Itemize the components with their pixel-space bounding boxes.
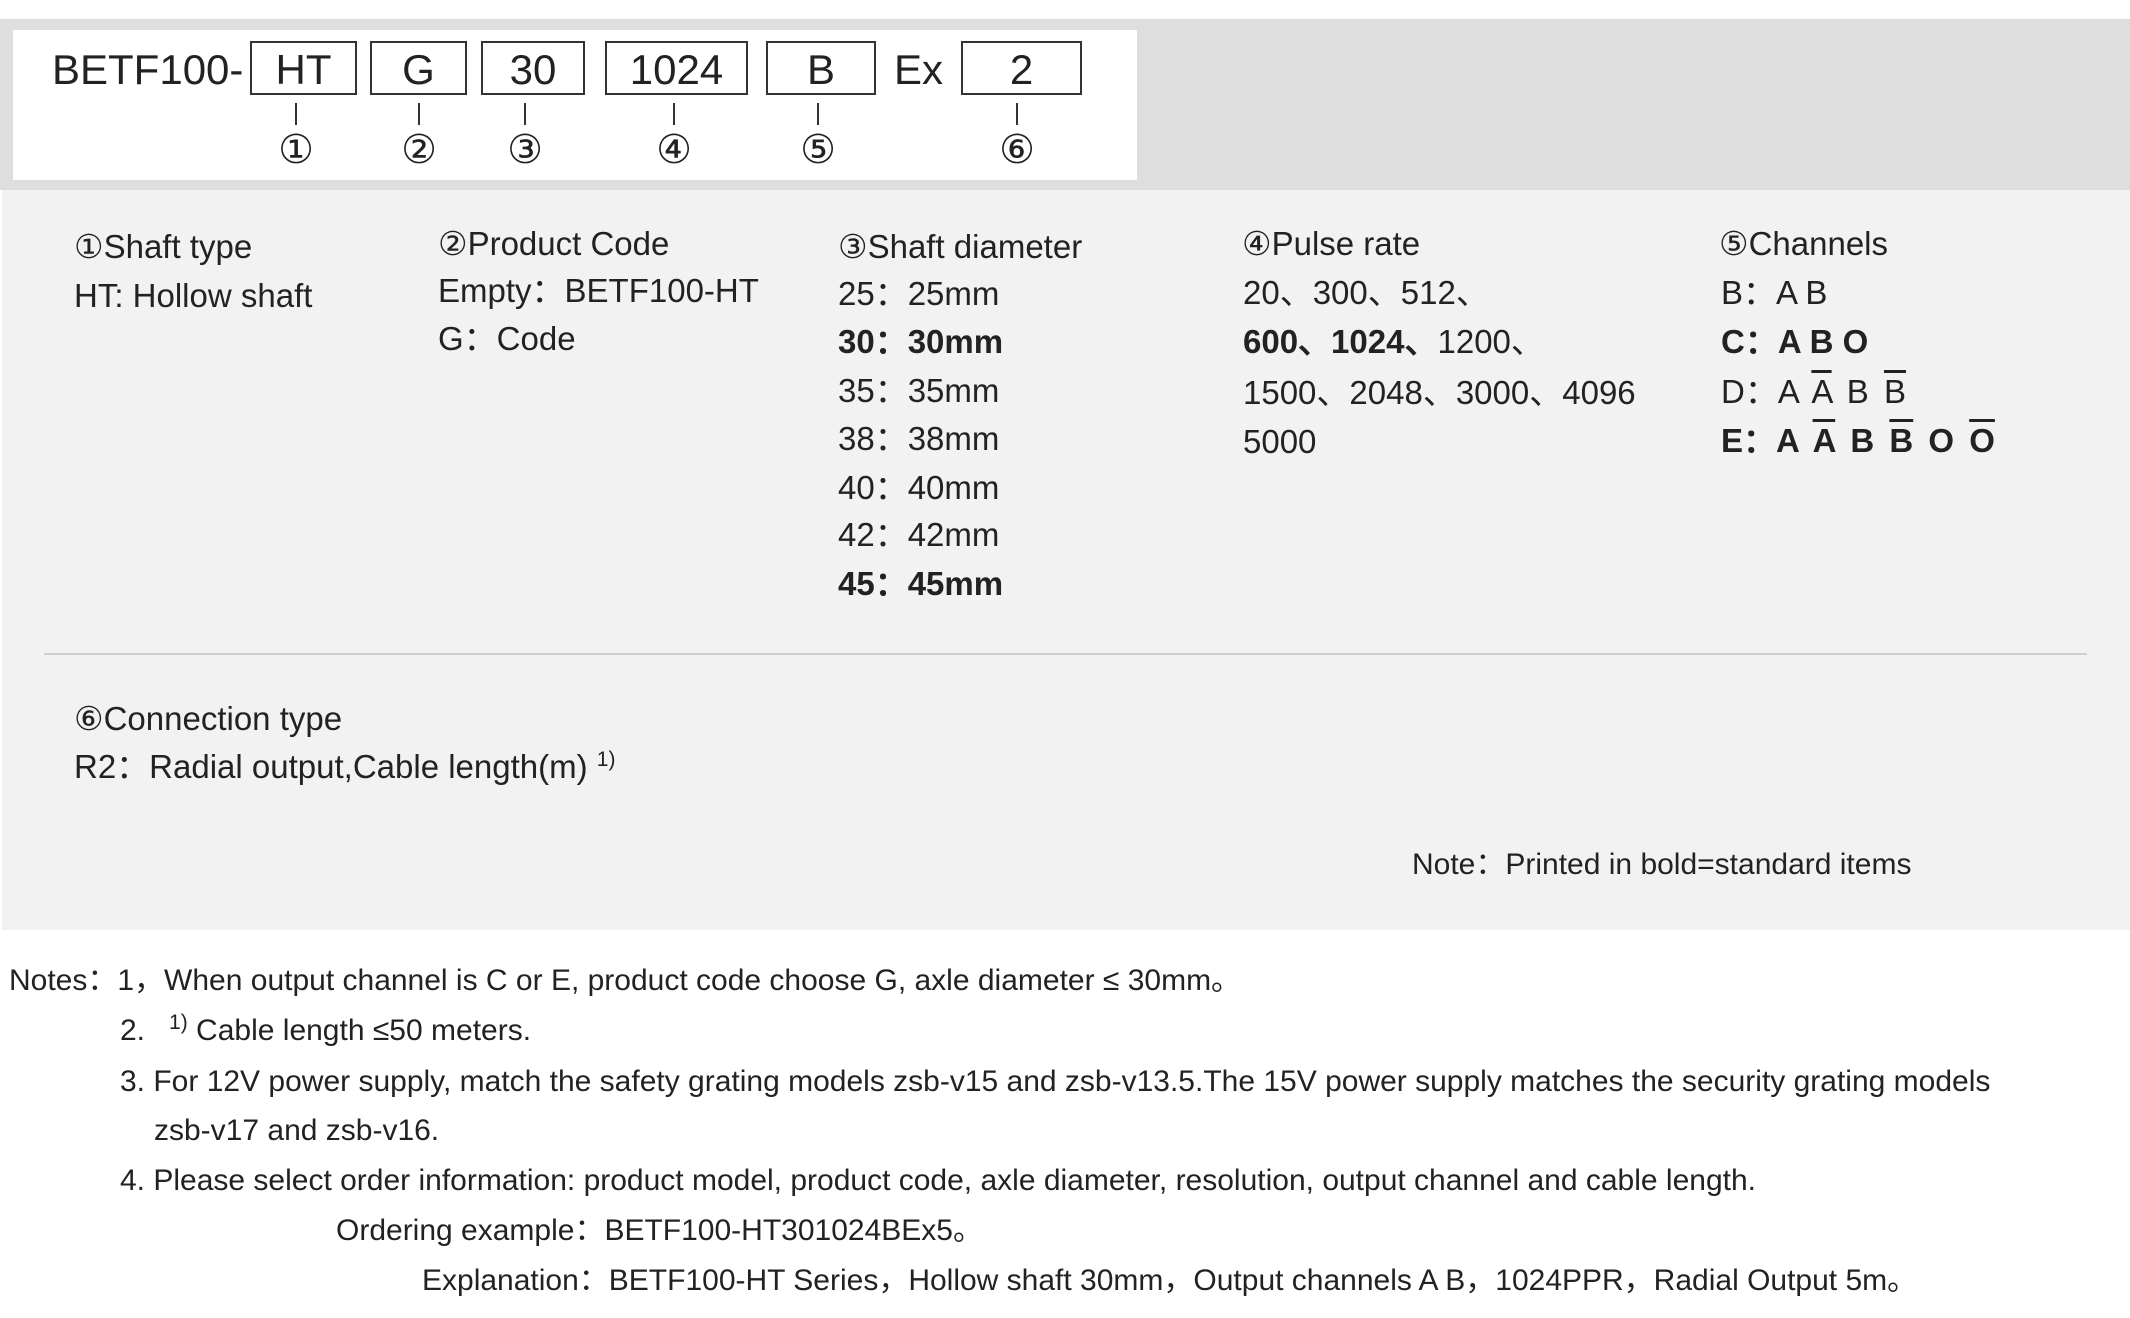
- notes-line-3: 3. For 12V power supply, match the safet…: [120, 1065, 1991, 1098]
- channel-b-signals: A B: [1776, 274, 1828, 311]
- signal-a: A: [1776, 422, 1799, 459]
- code-box-pulse-rate: 1024: [605, 41, 748, 95]
- connection-type-r2: R2：Radial output,Cable length(m) 1): [74, 745, 615, 789]
- channels-title: ⑤Channels: [1719, 225, 1889, 262]
- marker-2: ②: [401, 127, 437, 173]
- product-code-g: G：Code: [438, 320, 576, 357]
- marker-5: ⑤: [800, 127, 836, 173]
- code-box-product-code: G: [370, 41, 467, 95]
- tick-2: [418, 103, 420, 125]
- marker-1: ①: [278, 127, 314, 173]
- marker-4: ④: [656, 127, 692, 173]
- signal-b-inverted: B: [1889, 422, 1914, 459]
- diameter-45: 45：45mm: [838, 565, 1004, 602]
- product-code-empty: Empty：BETF100-HT: [438, 272, 759, 309]
- pulse-rate-line-1: 20、300、512、: [1243, 274, 1489, 311]
- tick-4: [673, 103, 675, 125]
- signal-b-inverted: B: [1883, 373, 1906, 410]
- pulse-rate-title: ④Pulse rate: [1242, 225, 1421, 262]
- marker-3: ③: [507, 127, 543, 173]
- bold-standard-note: Note：Printed in bold=standard items: [1412, 848, 1912, 881]
- ordering-explanation: Explanation：BETF100-HT Series，Hollow sha…: [422, 1264, 1918, 1297]
- tick-1: [295, 103, 297, 125]
- code-box-connection: 2: [961, 41, 1082, 95]
- ordering-example: Ordering example：BETF100-HT301024BEx5。: [336, 1214, 983, 1247]
- marker-6: ⑥: [999, 127, 1035, 173]
- notes-label: Notes：: [9, 964, 118, 997]
- note-2-number: 2.: [120, 1014, 146, 1047]
- channel-c-signals: A B O: [1777, 323, 1869, 360]
- diameter-42: 42：42mm: [838, 516, 1000, 553]
- notes-line-3-cont: zsb-v17 and zsb-v16.: [154, 1114, 440, 1147]
- channel-e-key: E：: [1721, 422, 1777, 459]
- signal-a-inverted: A: [1812, 422, 1836, 459]
- diameter-25: 25：25mm: [838, 275, 1000, 312]
- diameter-30: 30：30mm: [838, 323, 1004, 360]
- signal-b: B: [1846, 373, 1869, 410]
- footnote-mark: 1): [596, 748, 616, 771]
- note-1-text: 1，When output channel is C or E, product…: [117, 964, 1242, 997]
- channel-d: D：A A B B: [1721, 370, 1906, 414]
- channel-c: C：A B O: [1721, 320, 1868, 364]
- diameter-38: 38：38mm: [838, 420, 1000, 457]
- note-2-text: Cable length ≤50 meters.: [187, 1014, 532, 1047]
- connection-type-title: ⑥Connection type: [74, 700, 343, 737]
- notes-line-4: 4. Please select order information: prod…: [120, 1164, 1756, 1197]
- channel-b: B：A B: [1721, 271, 1827, 315]
- diameter-35: 35：35mm: [838, 372, 1000, 409]
- shaft-type-title: ①Shaft type: [74, 228, 253, 265]
- shaft-type-hollow: HT: Hollow shaft: [74, 277, 313, 314]
- ex-label: Ex: [894, 46, 944, 93]
- pulse-rate-standard: 600、1024、: [1243, 323, 1438, 360]
- channel-c-key: C：: [1721, 323, 1778, 360]
- footnote-mark: 1): [169, 1011, 188, 1034]
- signal-a-inverted: A: [1811, 373, 1832, 410]
- shaft-diameter-title: ③Shaft diameter: [838, 228, 1083, 265]
- code-box-shaft-type: HT: [250, 41, 357, 95]
- diameter-40: 40：40mm: [838, 469, 1000, 506]
- pulse-rate-line-2: 600、1024、1200、: [1243, 320, 1544, 364]
- channel-d-key: D：: [1721, 373, 1778, 410]
- pulse-rate-line-4: 5000: [1243, 423, 1317, 460]
- pulse-rate-line-3: 1500、2048、3000、4096: [1243, 374, 1636, 411]
- notes-line-1: Notes：1，When output channel is C or E, p…: [9, 961, 1241, 1001]
- model-prefix: BETF100-: [52, 46, 244, 93]
- channel-e: E：A A B B O O: [1721, 419, 1995, 463]
- tick-5: [817, 103, 819, 125]
- tick-6: [1016, 103, 1018, 125]
- tick-3: [524, 103, 526, 125]
- signal-b: B: [1850, 422, 1875, 459]
- channel-b-key: B：: [1721, 274, 1777, 311]
- connection-r2-text: R2：Radial output,Cable length(m): [74, 748, 588, 785]
- code-box-channels: B: [766, 41, 876, 95]
- code-box-shaft-diameter: 30: [481, 41, 585, 95]
- notes-line-2: 2. 1) Cable length ≤50 meters.: [120, 1011, 531, 1051]
- signal-a: A: [1777, 373, 1799, 410]
- product-code-title: ②Product Code: [438, 225, 670, 262]
- pulse-rate-1200: 1200、: [1437, 323, 1544, 360]
- section-divider: [44, 653, 2087, 655]
- signal-o: O: [1928, 422, 1955, 459]
- signal-o-inverted: O: [1969, 422, 1995, 459]
